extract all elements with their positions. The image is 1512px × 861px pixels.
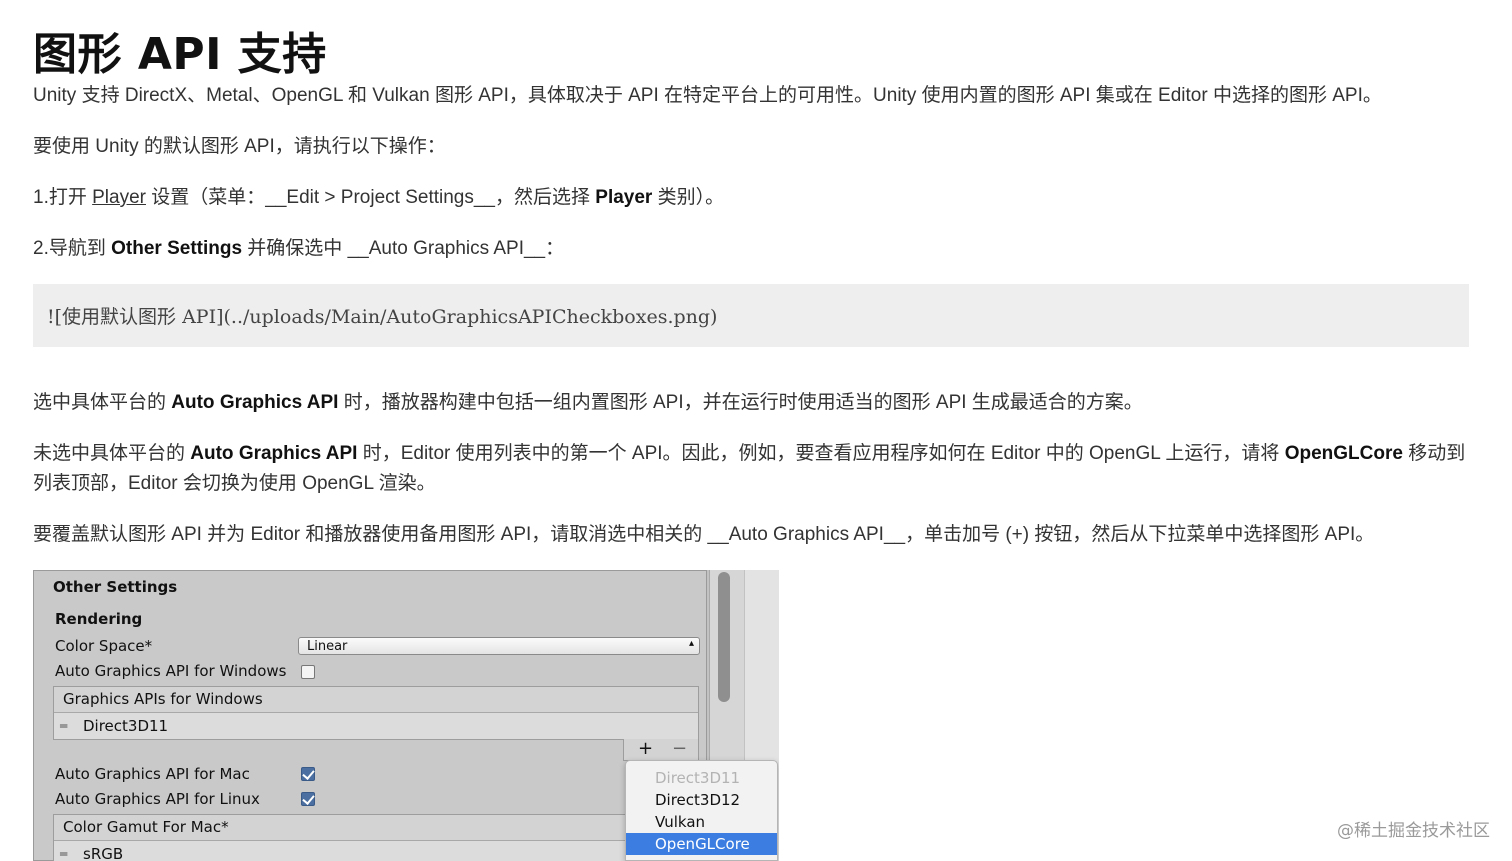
auto-graphics-linux-checkbox[interactable] [301,792,315,806]
list-item-label: Direct3D11 [83,717,169,735]
auto-graphics-linux-label: Auto Graphics API for Linux [55,790,260,808]
add-remove-bar: + − [623,738,699,761]
graphics-api-dropdown-menu: Direct3D11 Direct3D12 Vulkan OpenGLCore [625,760,778,861]
unchecked-paragraph: 未选中具体平台的 Auto Graphics API 时，Editor 使用列表… [33,439,1473,499]
graphics-apis-windows-list: Graphics APIs for Windows ═ Direct3D11 [53,686,699,740]
menu-item-label: Vulkan [655,813,706,831]
step-2-text-2: 并确保选中 __Auto Graphics API__： [242,238,565,259]
page-title: 图形 API 支持 [33,29,327,80]
player-category: Player [595,187,653,208]
p3-text-2: 时，播放器构建中包括一组内置图形 API，并在运行时使用适当的图形 API 生成… [338,392,1143,413]
auto-graphics-term: Auto Graphics API [171,392,339,413]
player-link[interactable]: Player [92,187,146,208]
auto-graphics-windows-label: Auto Graphics API for Windows [55,662,287,680]
override-paragraph: 要覆盖默认图形 API 并为 Editor 和播放器使用备用图形 API，请取消… [33,524,1375,545]
menu-item-label: Direct3D11 [655,769,741,787]
menu-item-label: Direct3D12 [655,791,741,809]
image-markdown-code: ![使用默认图形 API](../uploads/Main/AutoGraphi… [47,306,718,328]
color-space-label: Color Space* [55,637,153,655]
other-settings-term: Other Settings [111,238,243,259]
scrollbar-thumb[interactable] [718,572,730,702]
menu-item-openglcore[interactable]: OpenGLCore [626,833,777,855]
color-gamut-list: Color Gamut For Mac* ═ sRGB [53,814,699,861]
color-space-dropdown[interactable]: Linear ▴ [298,637,700,655]
remove-button[interactable]: − [672,738,687,759]
p4-text: 未选中具体平台的 [33,443,191,464]
drag-handle-icon[interactable]: ═ [60,847,67,861]
steps-intro: 要使用 Unity 的默认图形 API，请执行以下操作： [33,136,446,157]
openglcore-term: OpenGLCore [1284,443,1403,464]
auto-graphics-term-2: Auto Graphics API [190,443,358,464]
menu-item-direct3d12[interactable]: Direct3D12 [626,789,777,811]
list-item-label: sRGB [83,845,124,861]
watermark: @稀土掘金技术社区 [1337,821,1490,841]
p3-text: 选中具体平台的 [33,392,172,413]
p4-text-2: 时，Editor 使用列表中的第一个 API。因此，例如，要查看应用程序如何在 … [357,443,1285,464]
auto-graphics-mac-label: Auto Graphics API for Mac [55,765,250,783]
auto-graphics-windows-checkbox[interactable] [301,665,315,679]
step-1-text-3: 类别）。 [652,187,725,208]
step-1-text-2: 设置（菜单：__Edit > Project Settings__，然后选择 [145,187,596,208]
list-item[interactable]: ═ sRGB [54,841,698,861]
color-space-value: Linear [307,639,348,654]
other-settings-header[interactable]: Other Settings [53,578,177,596]
step-1: 1.打开 Player 设置（菜单：__Edit > Project Setti… [33,183,724,213]
step-2-text: 2.导航到 [33,238,112,259]
menu-item-direct3d11: Direct3D11 [626,767,777,789]
intro-paragraph: Unity 支持 DirectX、Metal、OpenGL 和 Vulkan 图… [33,85,1382,106]
menu-item-vulkan[interactable]: Vulkan [626,811,777,833]
add-button[interactable]: + [638,738,653,759]
list-header-label: Graphics APIs for Windows [63,690,263,708]
checked-paragraph: 选中具体平台的 Auto Graphics API 时，播放器构建中包括一组内置… [33,388,1143,418]
step-1-text: 1.打开 [33,187,93,208]
rendering-section: Rendering [55,610,143,628]
menu-item-label: OpenGLCore [655,835,750,853]
list-header-label: Color Gamut For Mac* [63,818,229,836]
auto-graphics-mac-checkbox[interactable] [301,767,315,781]
list-item[interactable]: ═ Direct3D11 [54,713,698,739]
list-header: Color Gamut For Mac* [54,815,698,841]
code-block: ![使用默认图形 API](../uploads/Main/AutoGraphi… [33,284,1469,347]
list-header: Graphics APIs for Windows [54,687,698,713]
updown-arrows-icon: ▴ [688,638,694,649]
step-2: 2.导航到 Other Settings 并确保选中 __Auto Graphi… [33,234,564,264]
other-settings-screenshot: Other Settings Rendering Color Space* Li… [33,570,779,861]
drag-handle-icon[interactable]: ═ [60,719,67,733]
